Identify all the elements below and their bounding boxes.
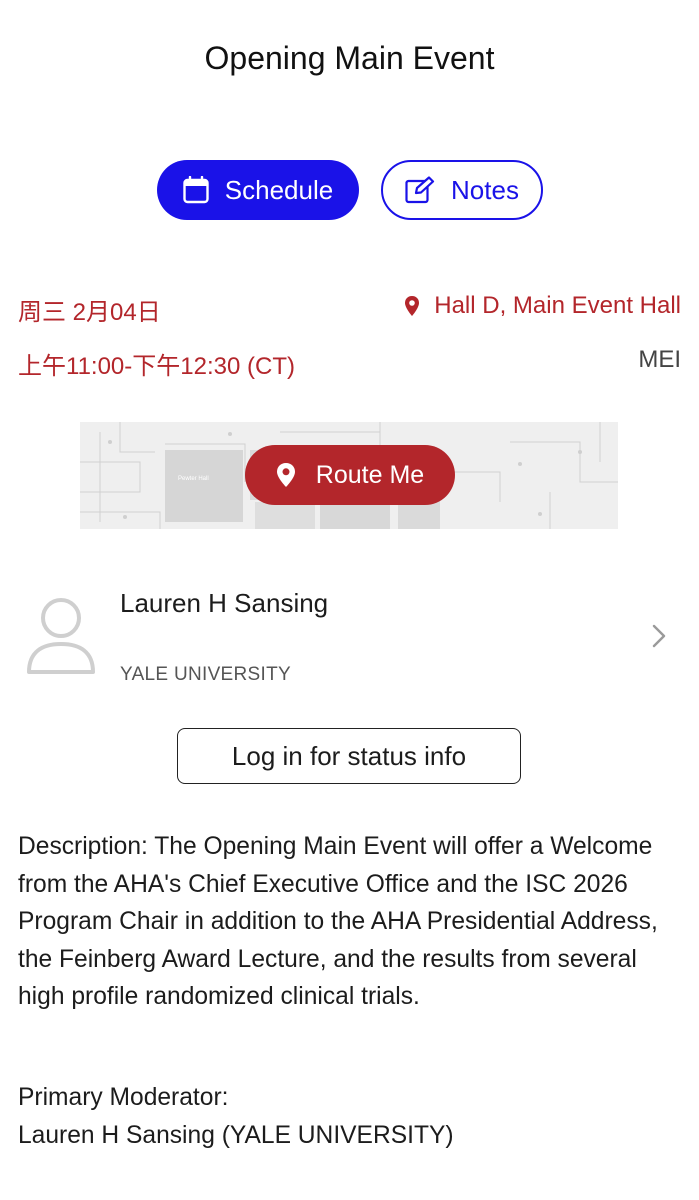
moderator-value: Lauren H Sansing (YALE UNIVERSITY) [18,1122,454,1149]
person-placeholder-icon[interactable] [24,596,98,676]
speaker-organization: YALE UNIVERSITY [120,664,291,685]
moderator-label: Primary Moderator: [18,1084,229,1111]
description: Description: The Opening Main Event will… [18,828,688,1016]
session-date: 周三 2月04日 [18,299,161,326]
schedule-button[interactable]: Schedule [157,160,359,220]
route-me-label: Route Me [315,460,425,489]
calendar-icon [183,176,209,204]
map-hall-label: Pewter Hall [178,476,209,482]
notes-label: Notes [451,174,519,205]
notes-button[interactable]: Notes [381,160,543,220]
map-pin-icon [404,295,420,317]
location-text: Hall D, Main Event Hall [434,292,681,319]
schedule-label: Schedule [224,174,334,205]
session-code: MEI [638,346,681,373]
speaker-name[interactable]: Lauren H Sansing [120,588,328,619]
route-me-button[interactable]: Route Me [245,445,455,505]
session-location[interactable]: Hall D, Main Event Hall [404,292,681,320]
chevron-right-icon[interactable] [652,624,666,653]
description-label: Description: [18,833,148,860]
edit-note-icon [405,176,435,204]
login-status-button[interactable]: Log in for status info [177,728,521,784]
session-time: 上午11:00-下午12:30 (CT) [18,353,295,380]
map-pin-icon [276,462,296,488]
page-title: Opening Main Event [204,40,495,76]
